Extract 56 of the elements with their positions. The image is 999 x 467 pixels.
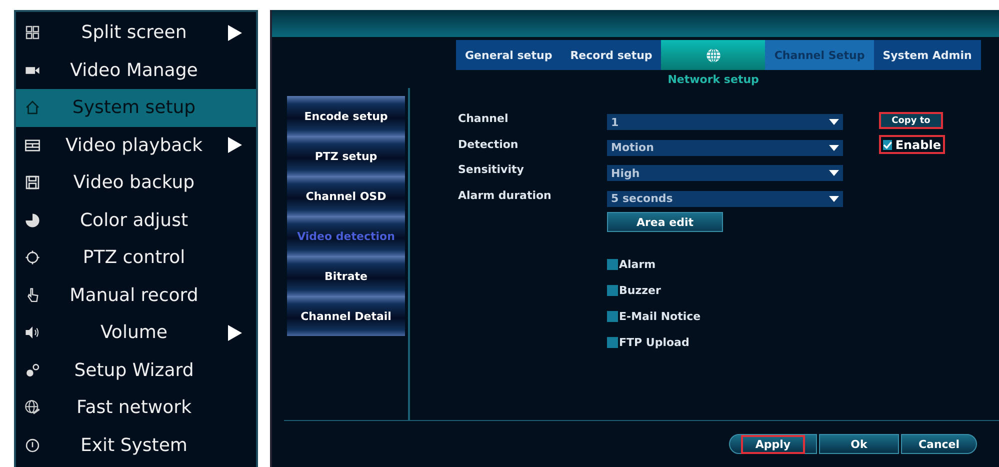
field-label: Detection [458, 136, 520, 152]
checkbox-label: FTP Upload [619, 336, 690, 348]
menu-item[interactable]: Volume [16, 314, 256, 352]
menu-item[interactable]: Video playback [16, 126, 256, 164]
check-icon [883, 140, 892, 150]
menu-item[interactable]: Color adjust [16, 202, 256, 239]
crosshair-icon [24, 249, 41, 266]
checkbox[interactable] [607, 336, 618, 348]
tab-caption: Network setup [668, 73, 759, 86]
house-icon [24, 99, 41, 116]
tab[interactable]: General setup [456, 40, 562, 70]
tab[interactable] [661, 40, 766, 70]
caret-icon [829, 119, 839, 125]
caret-icon [829, 170, 839, 176]
menu-item[interactable]: Setup Wizard [16, 352, 256, 389]
menu-item[interactable]: Video Manage [16, 52, 256, 89]
checkbox-label: Buzzer [619, 284, 661, 296]
side-menu-item[interactable]: Channel OSD [287, 176, 405, 216]
tab[interactable]: System Admin [874, 40, 981, 70]
menu-item[interactable]: Exit System [16, 426, 256, 464]
menu-item[interactable]: PTZ control [16, 239, 256, 276]
area-edit-button[interactable]: Area edit [607, 212, 723, 232]
checkbox[interactable] [607, 258, 618, 270]
globe-icon [24, 399, 41, 416]
caret-icon [829, 144, 839, 150]
field-label: Alarm duration [458, 188, 552, 204]
dialog-button[interactable]: Apply [729, 434, 817, 454]
film-icon [24, 136, 41, 154]
menu-item[interactable]: Split screen [16, 14, 256, 52]
pie-icon [24, 212, 41, 229]
dialog-button[interactable]: Ok [819, 434, 899, 454]
menu-item[interactable]: Video backup [16, 164, 256, 202]
power-icon [24, 436, 41, 454]
dropdown[interactable]: 1 [607, 114, 843, 130]
enable-checkbox[interactable]: Enable [879, 135, 945, 154]
caret-icon [829, 196, 839, 202]
side-menu-item[interactable]: Encode setup [287, 96, 405, 136]
side-menu-item[interactable]: Channel Detail [287, 296, 405, 336]
side-menu-item[interactable]: Bitrate [287, 256, 405, 296]
checkbox[interactable] [607, 284, 618, 296]
tab[interactable]: Record setup [561, 40, 662, 70]
dropdown[interactable]: Motion [607, 140, 843, 156]
field-label: Channel [458, 111, 510, 127]
dropdown[interactable]: High [607, 165, 843, 181]
copy-to-button[interactable]: Copy to [879, 112, 943, 129]
menu-item[interactable]: Fast network [16, 389, 256, 426]
dropdown[interactable]: 5 seconds [607, 190, 843, 206]
side-menu-item[interactable]: PTZ setup [287, 136, 405, 176]
dialog-button[interactable]: Cancel [901, 434, 977, 454]
checkbox-label: Alarm [619, 258, 656, 270]
menu-item[interactable]: Manual record [16, 276, 256, 314]
field-label: Sensitivity [458, 162, 525, 178]
globe-icon [704, 46, 722, 64]
grid-icon [24, 24, 41, 42]
checkbox-label: E-Mail Notice [619, 310, 701, 322]
checkbox[interactable] [607, 310, 618, 322]
